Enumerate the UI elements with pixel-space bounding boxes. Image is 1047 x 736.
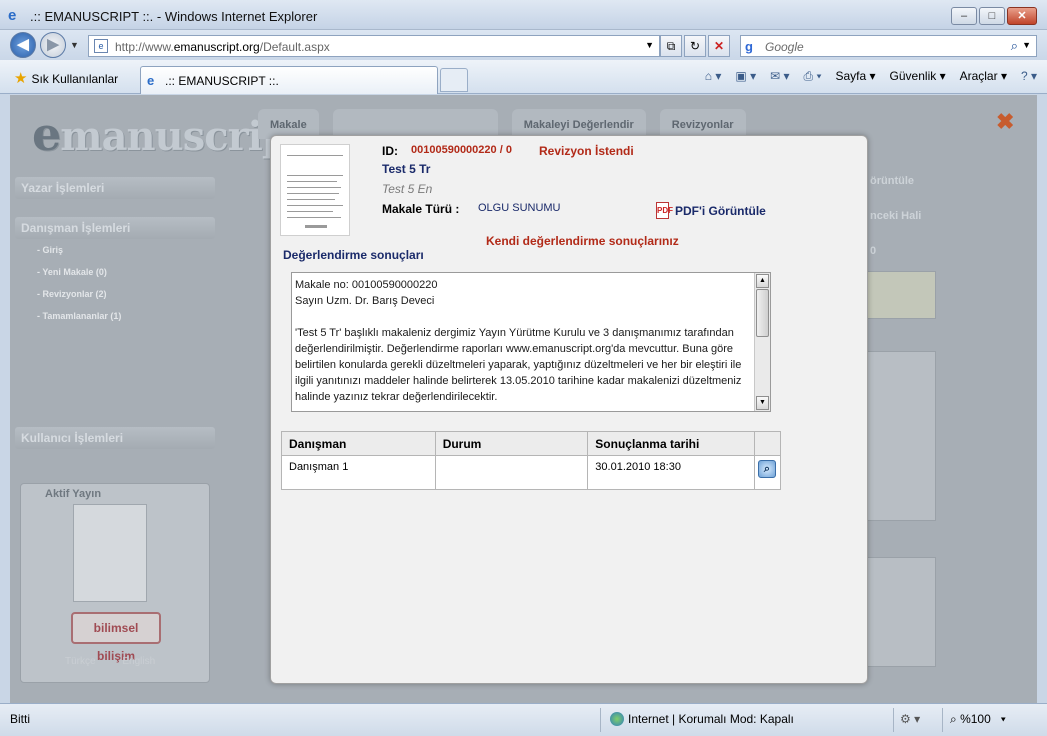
close-page-icon[interactable]: ✖ (996, 109, 1014, 135)
maximize-button[interactable]: □ (979, 7, 1005, 25)
globe-icon (610, 712, 624, 726)
address-dropdown-icon[interactable]: ▼ (645, 40, 654, 50)
menu-safety[interactable]: Güvenlik ▾ (890, 69, 946, 84)
status-text: Revizyon İstendi (539, 144, 634, 158)
title-tr: Test 5 Tr (382, 162, 431, 176)
results-text: Makale no: 00100590000220 Sayın Uzm. Dr.… (295, 279, 742, 403)
page-scrollbar[interactable] (1037, 95, 1047, 703)
cell-durum (434, 455, 589, 490)
zoom-control[interactable]: ⌕ %100 ▾ (950, 712, 1006, 727)
tab-title: .:: EMANUSCRIPT ::. (165, 74, 279, 88)
command-bar: ★ Sık Kullanılanlar e .:: EMANUSCRIPT ::.… (0, 60, 1047, 94)
back-button[interactable]: ◀ (10, 32, 36, 58)
cell-danisman: Danışman 1 (281, 455, 436, 490)
google-icon: g (745, 39, 753, 54)
browser-tab[interactable]: e .:: EMANUSCRIPT ::. (140, 66, 438, 94)
results-table: Danışman Durum Sonuçlanma tarihi Danışma… (281, 431, 782, 490)
bg-text: nceki Hali (870, 210, 922, 222)
address-bar[interactable]: e http://www.emanuscript.org/Default.asp… (88, 35, 660, 57)
language-links: Türkçe English (65, 656, 155, 667)
refresh-icon[interactable]: ↻ (684, 35, 706, 57)
col-action (753, 431, 782, 456)
title-en: Test 5 En (382, 182, 433, 196)
bg-text: örüntüle (870, 175, 914, 187)
page-icon: e (94, 39, 108, 53)
lang-tr[interactable]: Türkçe (65, 656, 96, 667)
nav-revizyonlar[interactable]: - Revizyonlar (2) (15, 283, 215, 305)
id-label: ID: (382, 144, 398, 158)
favorites-button[interactable]: ★ Sık Kullanılanlar (14, 69, 118, 87)
minimize-button[interactable]: – (951, 7, 977, 25)
scroll-up-icon[interactable]: ▲ (756, 274, 769, 288)
type-label: Makale Türü : (382, 202, 460, 216)
ie-icon: e (8, 7, 17, 24)
col-tarih: Sonuçlanma tarihi (587, 431, 755, 456)
help-icon[interactable]: ? ▾ (1021, 69, 1037, 84)
command-tools: ⌂ ▾ ▣ ▾ ✉ ▾ ⎙ ▾ Sayfa ▾ Güvenlik ▾ Araçl… (705, 69, 1037, 84)
pdf-icon[interactable]: PDF (656, 202, 673, 219)
status-text: Bitti (10, 712, 31, 726)
stop-icon[interactable]: ✕ (708, 35, 730, 57)
bilimsel-bilisim-logo[interactable]: bilimsel bilişim (71, 612, 161, 663)
page-viewport: emanuscript Yazar İşlemleri Danışman İşl… (10, 95, 1037, 703)
compatibility-icon[interactable]: ⧉ (660, 35, 682, 57)
site-background: emanuscript Yazar İşlemleri Danışman İşl… (10, 95, 1037, 703)
tab-ie-icon: e (147, 73, 155, 88)
table-row: Danışman 1 30.01.2010 18:30 ⌕ (281, 455, 782, 490)
nav-yeni-makale[interactable]: - Yeni Makale (0) (15, 261, 215, 283)
section-yazar[interactable]: Yazar İşlemleri (15, 177, 215, 199)
type-value: OLGU SUNUMU (478, 202, 561, 214)
forward-button[interactable]: ▶ (40, 32, 66, 58)
bg-text: 0 (870, 245, 877, 257)
nav-tamamlananlar[interactable]: - Tamamlananlar (1) (15, 305, 215, 327)
scroll-thumb[interactable] (756, 289, 769, 337)
cell-tarih: 30.01.2010 18:30 (587, 455, 755, 490)
bg-box (866, 557, 936, 667)
table-header-row: Danışman Durum Sonuçlanma tarihi (281, 431, 782, 456)
search-box[interactable]: g Google ⌕ ▼ (740, 35, 1037, 57)
mail-icon[interactable]: ✉ ▾ (770, 69, 789, 84)
star-icon: ★ (14, 70, 28, 87)
col-durum: Durum (434, 431, 589, 456)
search-dropdown-icon[interactable]: ▼ (1022, 40, 1031, 50)
results-heading: Değerlendirme sonuçları (283, 248, 424, 262)
results-scrollbar[interactable]: ▲ ▼ (754, 273, 770, 411)
review-modal: ID: 00100590000220 / 0 Revizyon İstendi … (270, 135, 868, 684)
aktif-yayin-box: Aktif Yayın bilimsel bilişim Türkçe Engl… (20, 483, 210, 683)
feeds-icon[interactable]: ▣ ▾ (735, 69, 756, 84)
nav-giris[interactable]: - Giriş (15, 239, 215, 261)
section-danisman[interactable]: Danışman İşlemleri (15, 217, 215, 239)
print-icon[interactable]: ⎙ ▾ (804, 69, 822, 84)
col-danisman: Danışman (281, 431, 436, 456)
search-placeholder: Google (765, 40, 804, 54)
own-results-heading: Kendi değerlendirme sonuçlarınız (486, 234, 679, 248)
aktif-yayin-title: Aktif Yayın (45, 488, 102, 500)
results-textarea[interactable]: Makale no: 00100590000220 Sayın Uzm. Dr.… (291, 272, 771, 412)
security-zone[interactable]: Internet | Korumalı Mod: Kapalı (610, 712, 794, 726)
window-title: .:: EMANUSCRIPT ::. - Windows Internet E… (30, 9, 318, 24)
history-dropdown-icon[interactable]: ▼ (70, 40, 79, 50)
lang-en[interactable]: English (122, 656, 155, 667)
close-button[interactable]: ✕ (1007, 7, 1037, 25)
bg-box (866, 271, 936, 319)
title-bar: e .:: EMANUSCRIPT ::. - Windows Internet… (0, 0, 1047, 30)
address-url[interactable]: http://www.emanuscript.org/Default.aspx (115, 40, 330, 54)
home-icon[interactable]: ⌂ ▾ (705, 69, 722, 84)
pdf-link[interactable]: PDF'i Görüntüle (675, 204, 766, 218)
bg-box (866, 351, 936, 521)
menu-page[interactable]: Sayfa ▾ (836, 69, 876, 84)
journal-cover[interactable] (73, 504, 147, 602)
section-kullanici[interactable]: Kullanıcı İşlemleri (15, 427, 215, 449)
protected-mode-icon[interactable]: ⚙ ▾ (900, 712, 920, 726)
scroll-down-icon[interactable]: ▼ (756, 396, 769, 410)
article-thumbnail[interactable] (280, 144, 350, 236)
view-details-icon[interactable]: ⌕ (757, 460, 776, 478)
status-bar: Bitti Internet | Korumalı Mod: Kapalı ⚙ … (0, 703, 1047, 736)
id-value: 00100590000220 / 0 (411, 144, 512, 156)
menu-tools[interactable]: Araçlar ▾ (960, 69, 1007, 84)
window-controls: – □ ✕ (951, 7, 1037, 25)
new-tab-button[interactable] (440, 68, 468, 92)
navigation-bar: ◀ ▶ ▼ e http://www.emanuscript.org/Defau… (0, 30, 1047, 60)
search-icon[interactable]: ⌕ (1011, 38, 1018, 54)
